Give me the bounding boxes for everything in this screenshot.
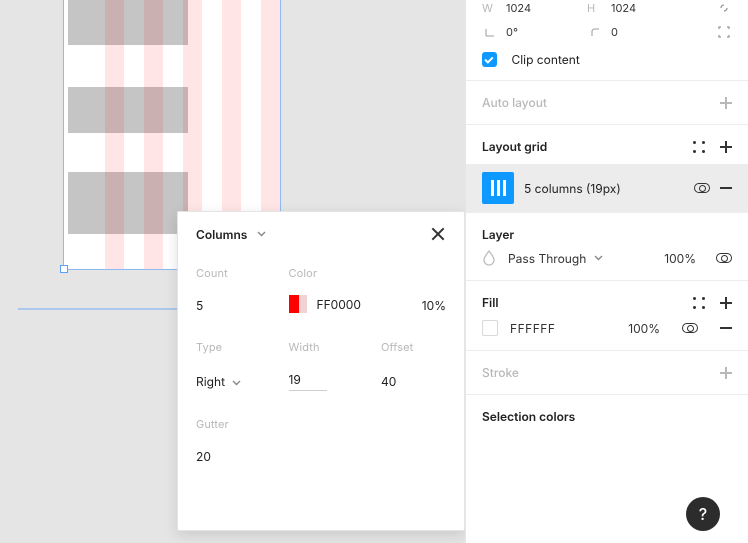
fill-title: Fill (482, 295, 498, 310)
corner-radius-input[interactable]: 0 (611, 25, 618, 39)
add-layout-grid-button[interactable] (720, 141, 732, 153)
height-label: H (587, 1, 603, 15)
layout-grid-item-label: 5 columns (19px) (524, 181, 684, 196)
add-stroke-button[interactable] (720, 367, 732, 379)
selection-colors-section: Selection colors (466, 395, 748, 438)
fill-swatch[interactable] (482, 320, 498, 336)
color-label: Color (289, 266, 382, 280)
chevron-down-icon (232, 380, 241, 386)
toggle-visibility-icon[interactable] (694, 183, 710, 193)
remove-grid-button[interactable] (720, 187, 732, 189)
add-fill-button[interactable] (720, 297, 732, 309)
help-icon: ? (699, 504, 707, 524)
clip-content-checkbox[interactable] (482, 52, 497, 67)
close-button[interactable] (430, 226, 446, 242)
offset-input[interactable]: 40 (381, 374, 396, 389)
layer-title: Layer (482, 227, 514, 242)
independent-corners-icon[interactable] (716, 24, 732, 40)
dimensions-section: W 1024 H 1024 0° 0 (466, 0, 748, 81)
angle-icon (482, 24, 498, 40)
grid-styles-icon[interactable] (692, 140, 706, 154)
gutter-input[interactable]: 20 (196, 449, 211, 464)
auto-layout-section: Auto layout (466, 81, 748, 125)
fill-opacity-input[interactable]: 100% (628, 321, 660, 336)
layout-grid-title: Layout grid (482, 139, 547, 154)
grid-column (144, 0, 163, 269)
clip-content-label: Clip content (512, 52, 580, 67)
blend-mode-value: Pass Through (508, 251, 586, 266)
width-input[interactable]: 19 (289, 372, 327, 391)
layer-section: Layer Pass Through 100% (466, 213, 748, 281)
link-aspect-icon[interactable] (716, 0, 732, 16)
toggle-layer-visibility-icon[interactable] (716, 253, 732, 263)
type-value: Right (196, 374, 225, 389)
count-label: Count (196, 266, 289, 280)
fill-hex-input[interactable]: FFFFFF (510, 321, 616, 336)
width-label: W (482, 1, 498, 15)
corner-radius-icon (587, 24, 603, 40)
chevron-down-icon (257, 231, 266, 237)
color-swatch[interactable] (289, 295, 307, 313)
chevron-down-icon (594, 255, 603, 261)
layout-grid-section: Layout grid 5 columns (19px) (466, 125, 748, 213)
placeholder-block (68, 0, 188, 45)
fill-section: Fill FFFFFF 100% (466, 281, 748, 351)
rotation-input[interactable]: 0° (506, 25, 518, 39)
fill-styles-icon[interactable] (692, 296, 706, 310)
layer-opacity-input[interactable]: 100% (664, 251, 696, 266)
auto-layout-title: Auto layout (482, 95, 547, 110)
blend-mode-dropdown[interactable]: Pass Through (508, 251, 654, 266)
width-input[interactable]: 1024 (506, 1, 531, 15)
color-opacity-input[interactable]: 10% (422, 298, 446, 313)
selection-colors-title: Selection colors (482, 409, 575, 424)
inspector-panel: W 1024 H 1024 0° 0 (465, 0, 748, 543)
columns-icon[interactable] (482, 172, 514, 204)
count-input[interactable]: 5 (196, 298, 203, 313)
type-label: Type (196, 340, 289, 354)
stroke-section: Stroke (466, 351, 748, 395)
layout-grid-settings-panel: Columns Count Color 5 FF0000 (177, 211, 465, 531)
gutter-label: Gutter (196, 417, 446, 431)
resize-handle[interactable] (60, 265, 68, 273)
grid-type-dropdown[interactable]: Columns (196, 227, 266, 242)
color-hex-input[interactable]: FF0000 (317, 297, 361, 312)
remove-fill-button[interactable] (720, 327, 732, 329)
help-button[interactable]: ? (686, 497, 720, 531)
blend-mode-icon (482, 250, 498, 266)
grid-type-label: Columns (196, 227, 247, 242)
layout-grid-item[interactable]: 5 columns (19px) (466, 164, 748, 212)
width-label: Width (289, 340, 382, 354)
stroke-title: Stroke (482, 365, 519, 380)
type-dropdown[interactable]: Right (196, 374, 241, 389)
add-auto-layout-button[interactable] (720, 97, 732, 109)
placeholder-block (68, 172, 188, 234)
toggle-fill-visibility-icon[interactable] (682, 323, 698, 333)
grid-column (105, 0, 124, 269)
offset-label: Offset (381, 340, 446, 354)
placeholder-block (68, 87, 188, 133)
height-input[interactable]: 1024 (611, 1, 636, 15)
